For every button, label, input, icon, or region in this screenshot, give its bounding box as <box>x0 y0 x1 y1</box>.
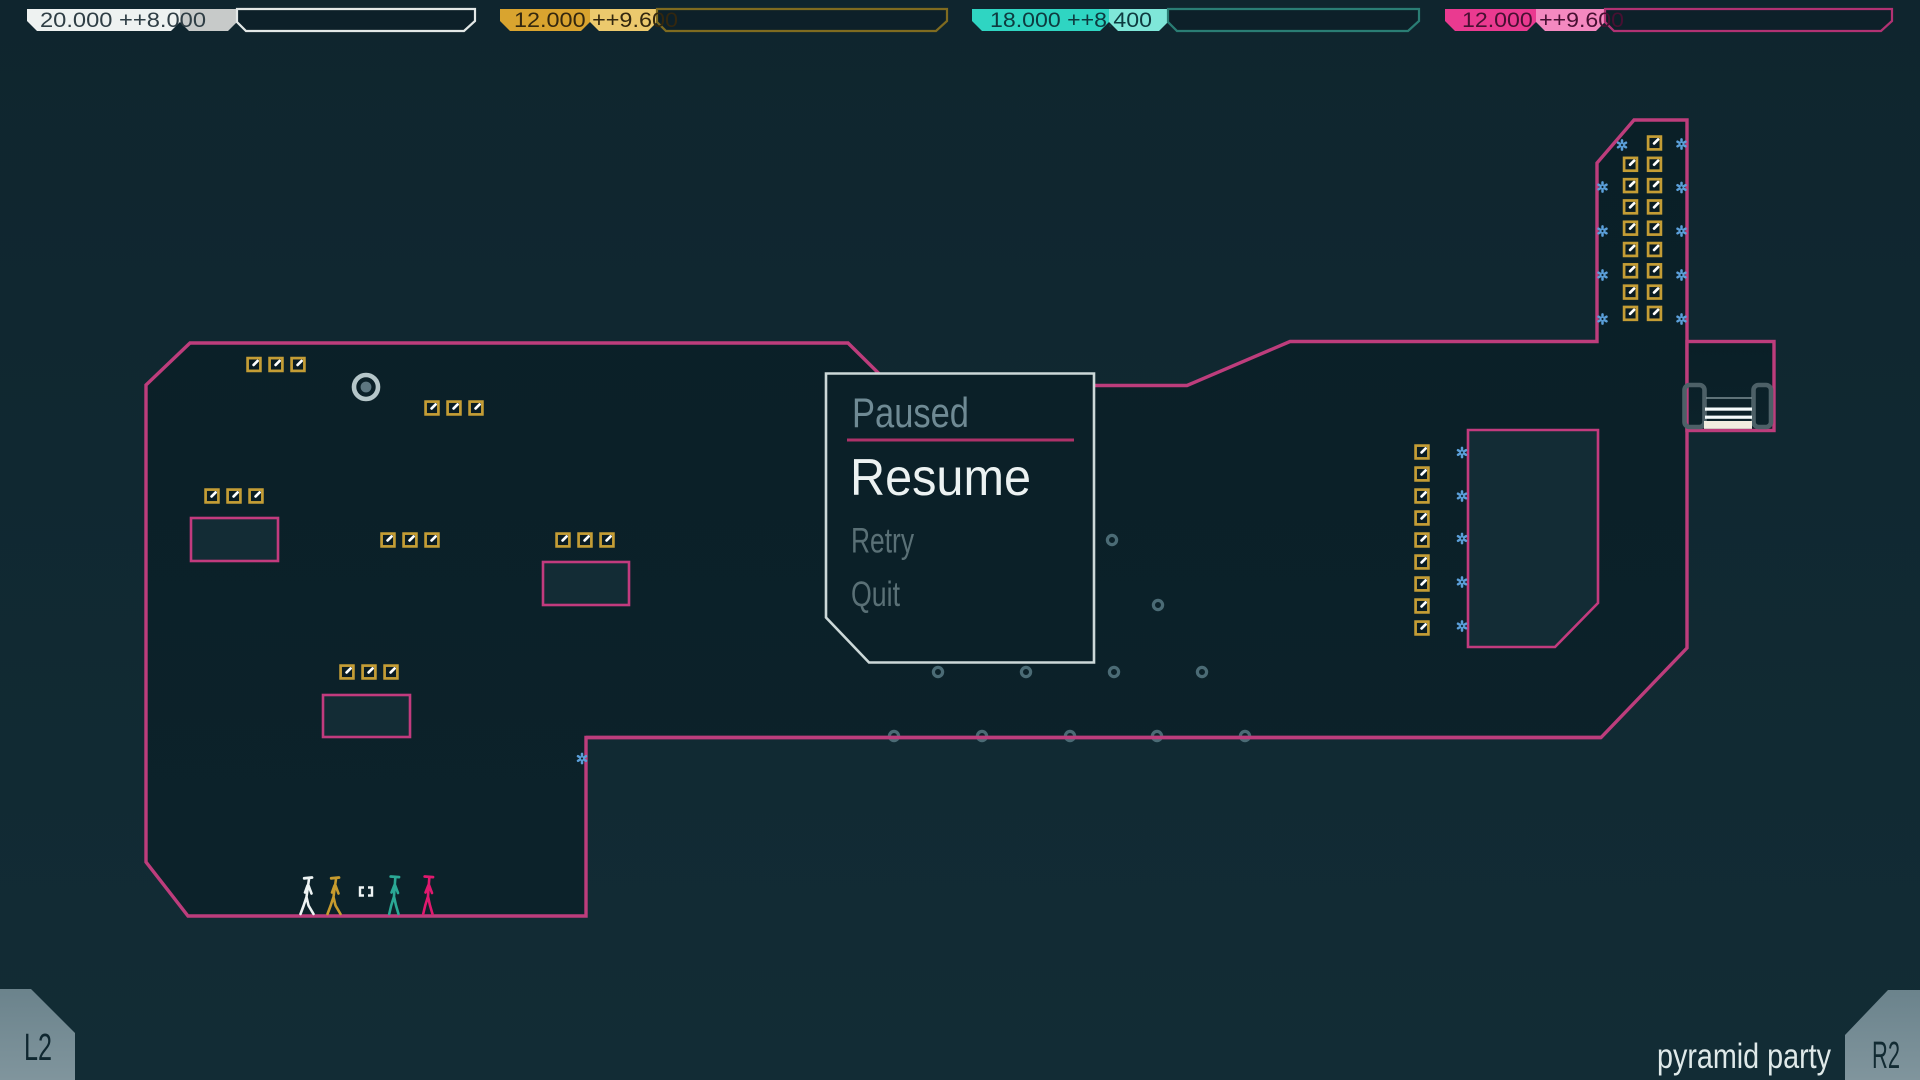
svg-text:20.000 ++8.000: 20.000 ++8.000 <box>40 8 206 32</box>
svg-text:pyramid party: pyramid party <box>1657 1037 1831 1076</box>
svg-text:Quit: Quit <box>851 575 900 614</box>
svg-text:L2: L2 <box>24 1027 52 1069</box>
svg-text:R2: R2 <box>1872 1035 1900 1077</box>
svg-text:Paused: Paused <box>852 389 969 436</box>
svg-text:Resume: Resume <box>850 449 1031 507</box>
svg-text:12.000 ++9.600: 12.000 ++9.600 <box>1462 8 1624 32</box>
svg-text:12.000 ++9.600: 12.000 ++9.600 <box>514 8 678 32</box>
svg-text:Retry: Retry <box>851 522 914 561</box>
svg-text:18.000 ++8.400: 18.000 ++8.400 <box>990 8 1152 32</box>
